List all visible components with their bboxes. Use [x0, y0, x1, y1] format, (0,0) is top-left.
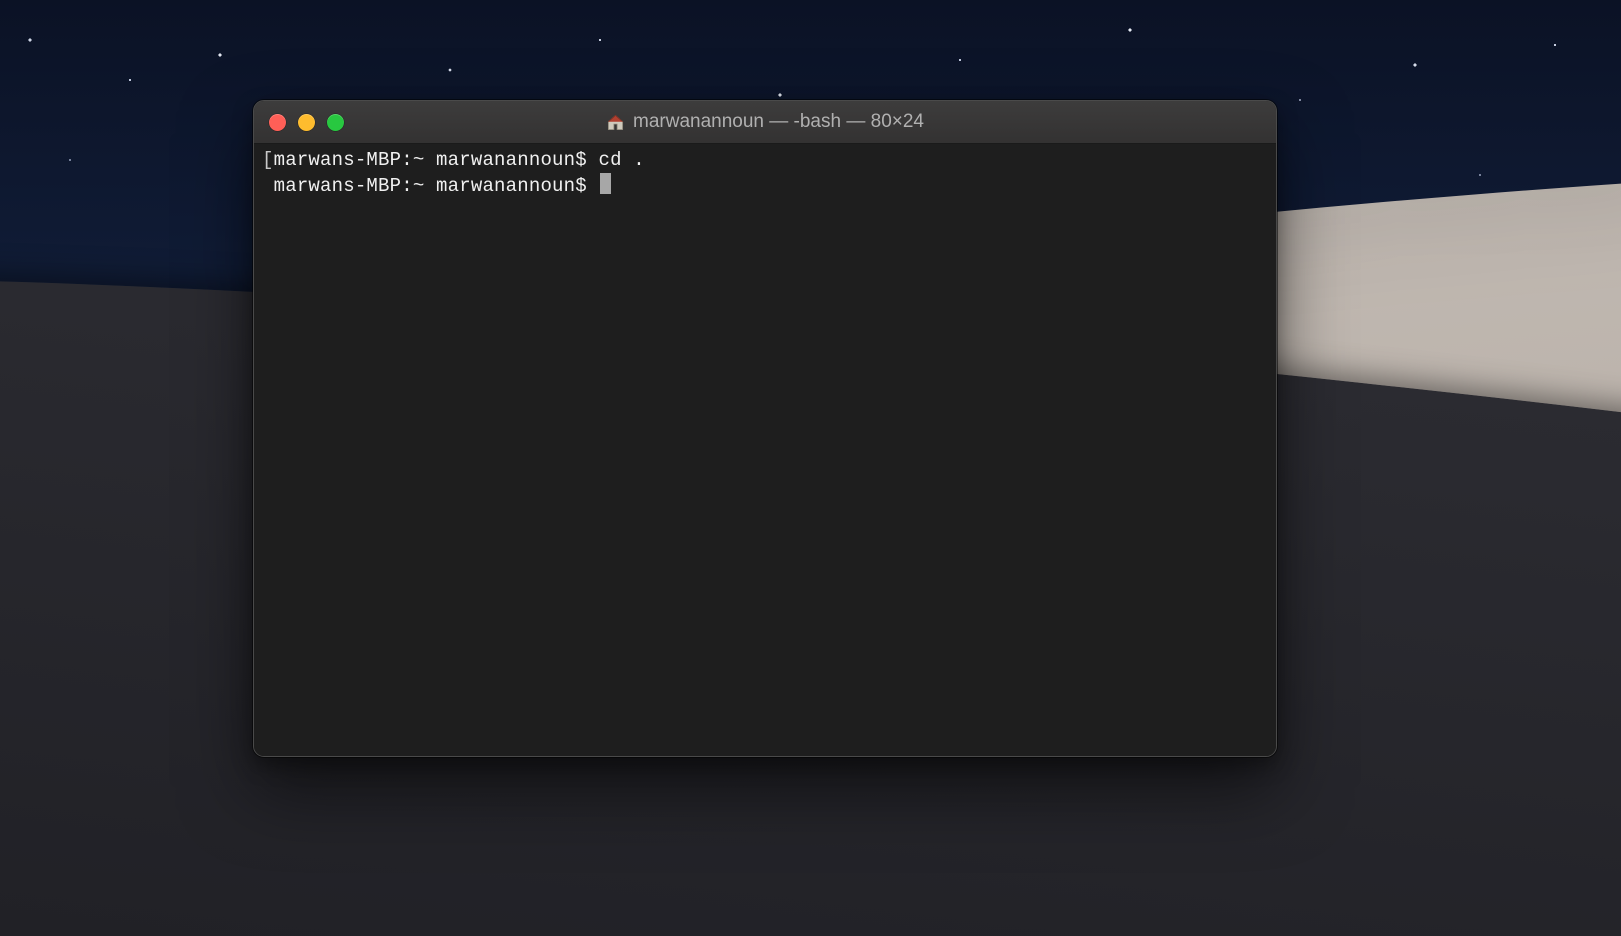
window-title-text: marwanannoun — -bash — 80×24 — [633, 111, 924, 133]
window-title: marwanannoun — -bash — 80×24 — [254, 111, 1276, 133]
terminal-line: marwans-MBP:~ marwanannoun$ — [262, 173, 1268, 199]
terminal-window: marwanannoun — -bash — 80×24 [marwans-MB… — [253, 100, 1277, 757]
terminal-body[interactable]: [marwans-MBP:~ marwanannoun$ cd . marwan… — [254, 144, 1276, 756]
shell-prompt: marwans-MBP:~ marwanannoun$ — [274, 175, 587, 197]
traffic-lights — [269, 114, 344, 131]
zoom-button[interactable] — [327, 114, 344, 131]
home-icon — [606, 113, 625, 132]
cursor — [600, 173, 611, 194]
close-button[interactable] — [269, 114, 286, 131]
shell-prompt: marwans-MBP:~ marwanannoun$ — [274, 149, 587, 171]
minimize-button[interactable] — [298, 114, 315, 131]
window-titlebar[interactable]: marwanannoun — -bash — 80×24 — [254, 101, 1276, 144]
shell-command: cd . — [598, 149, 644, 171]
terminal-line: [marwans-MBP:~ marwanannoun$ cd . — [262, 148, 1268, 173]
